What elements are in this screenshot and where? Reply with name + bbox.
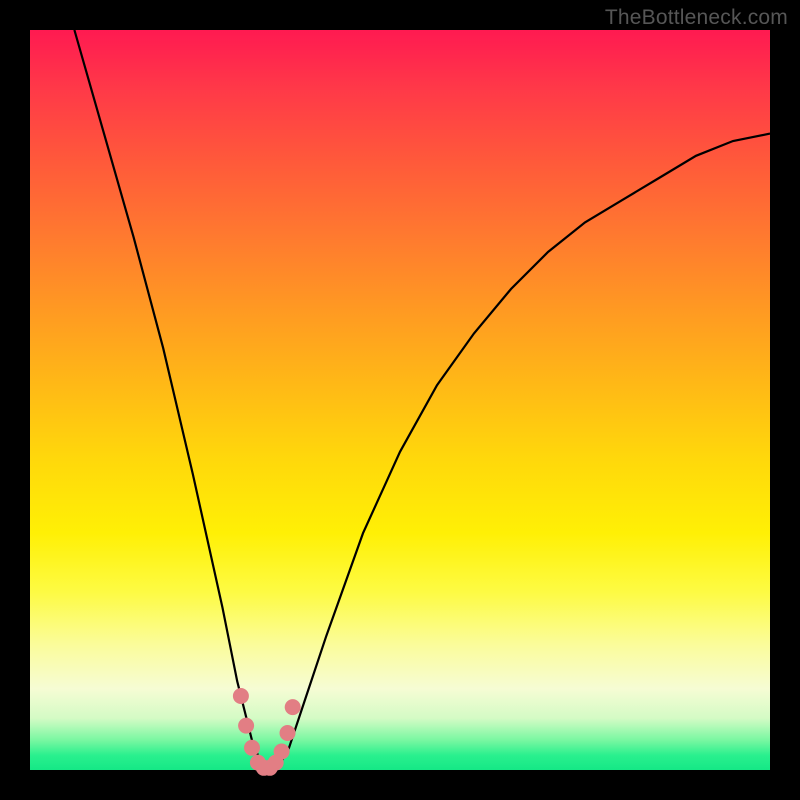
trough-dot (238, 718, 254, 734)
trough-highlight-dots (233, 688, 301, 776)
chart-svg (30, 30, 770, 770)
trough-dot (233, 688, 249, 704)
trough-dot (274, 744, 290, 760)
trough-dot (244, 740, 260, 756)
bottleneck-curve (74, 30, 770, 768)
watermark: TheBottleneck.com (605, 6, 788, 30)
trough-dot (280, 725, 296, 741)
trough-dot (285, 699, 301, 715)
